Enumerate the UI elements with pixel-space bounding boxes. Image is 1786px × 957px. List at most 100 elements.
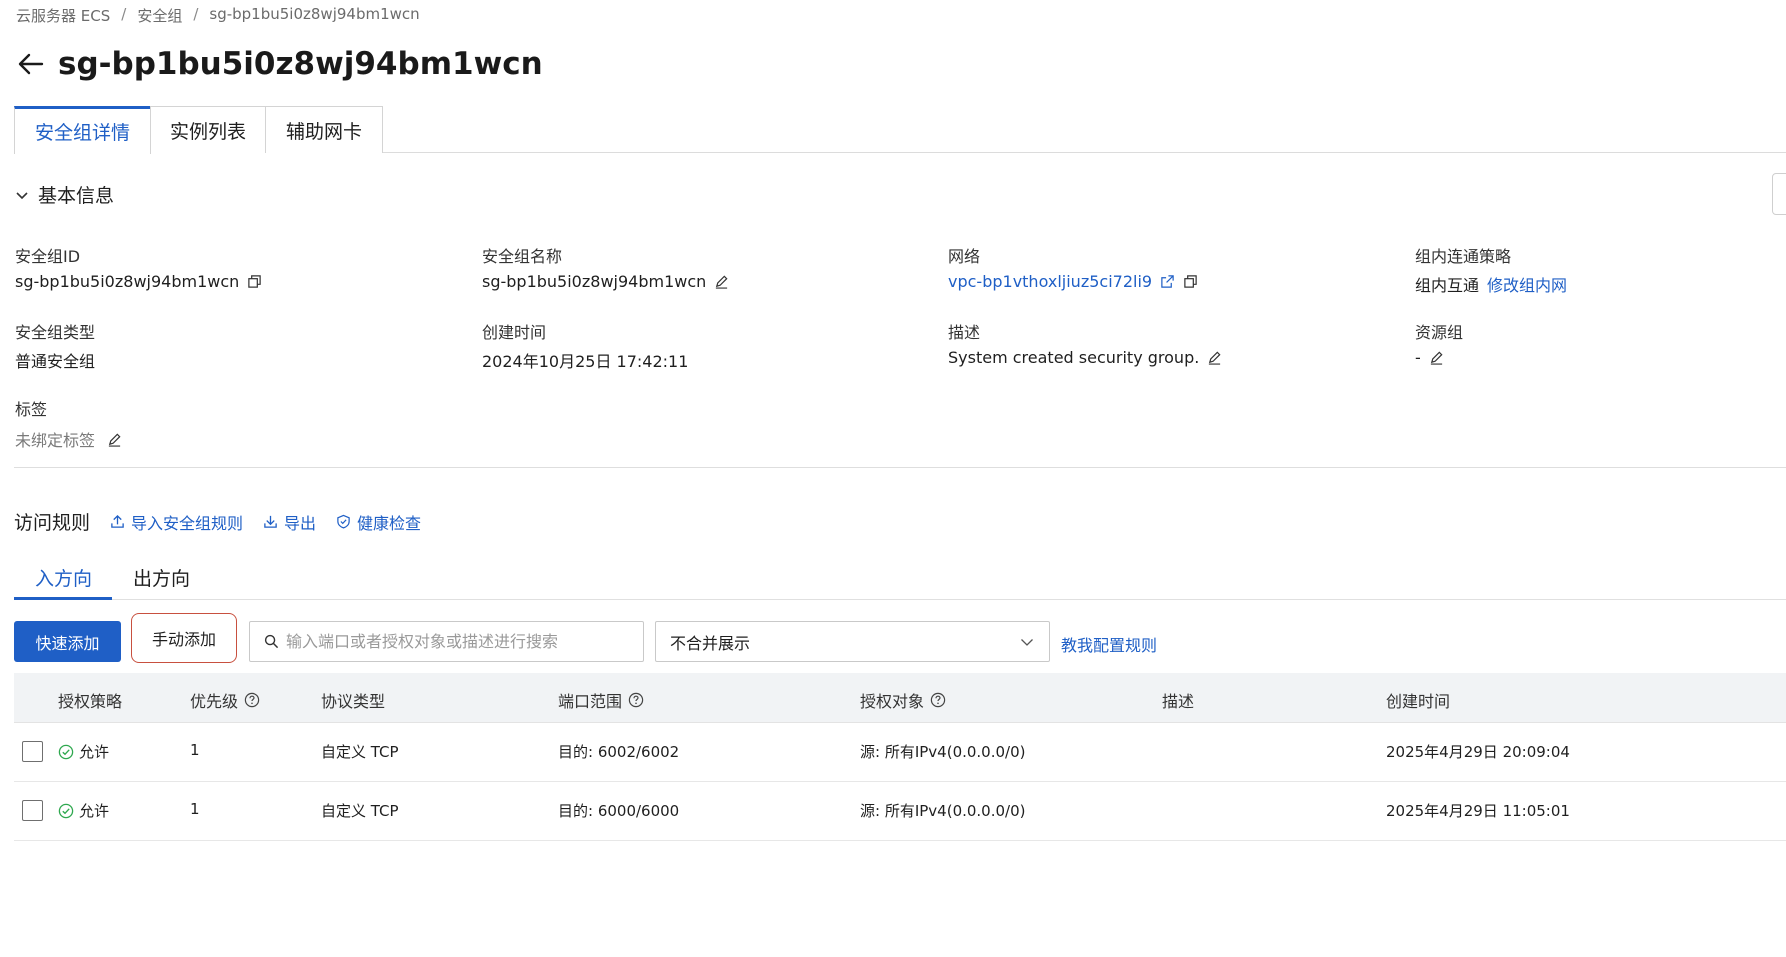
port-cell: 目的: 6002/6002 [558, 743, 680, 761]
edit-icon[interactable] [1429, 350, 1444, 365]
created-label: 创建时间 [482, 323, 547, 342]
edit-icon[interactable] [107, 432, 122, 447]
policy-cell: 允许 [58, 800, 109, 821]
sg-type-label: 安全组类型 [15, 323, 96, 342]
active-tab-indicator [14, 597, 112, 600]
policy-value: 组内互通 [1415, 276, 1480, 295]
basic-info-heading: 基本信息 [38, 185, 115, 207]
sg-type-value: 普通安全组 [15, 352, 96, 371]
table-row: 允许 1 自定义 TCP 目的: 6002/6002 源: 所有IPv4(0.0… [14, 723, 1786, 782]
merge-display-value: 不合并展示 [670, 633, 751, 653]
search-input[interactable] [286, 632, 626, 651]
tags-label: 标签 [15, 400, 48, 419]
breadcrumb: 云服务器 ECS / 安全组 / sg-bp1bu5i0z8wj94bm1wcn [16, 5, 420, 26]
breadcrumb-item-current: sg-bp1bu5i0z8wj94bm1wcn [209, 5, 420, 23]
column-header[interactable]: 描述 [1162, 688, 1194, 712]
column-header[interactable]: 端口范围 [558, 688, 644, 712]
breadcrumb-separator: / [121, 5, 127, 23]
page-title: sg-bp1bu5i0z8wj94bm1wcn [58, 46, 543, 82]
shield-check-icon [337, 514, 350, 529]
import-rules-button[interactable]: 导入安全组规则 [110, 510, 243, 534]
back-arrow-icon[interactable] [16, 49, 46, 79]
sg-name-label: 安全组名称 [482, 247, 563, 266]
chevron-down-icon [16, 191, 28, 199]
detail-tabs: 安全组详情 实例列表 辅助网卡 [14, 106, 1786, 154]
breadcrumb-item-ecs[interactable]: 云服务器 ECS [16, 5, 110, 26]
tab-security-group-detail[interactable]: 安全组详情 [14, 106, 151, 154]
breadcrumb-item-security-group[interactable]: 安全组 [137, 5, 182, 26]
check-circle-icon [58, 803, 74, 818]
health-check-button[interactable]: 健康检查 [336, 510, 421, 534]
tags-value: 未绑定标签 [15, 431, 96, 450]
chevron-down-icon [1021, 638, 1033, 646]
priority-cell: 1 [190, 800, 200, 818]
sg-name-value: sg-bp1bu5i0z8wj94bm1wcn [482, 272, 707, 291]
resource-group-value-group: - [1415, 348, 1444, 367]
modify-policy-link[interactable]: 修改组内网 [1487, 272, 1567, 296]
download-icon [264, 515, 277, 528]
resource-group-value: - [1415, 348, 1421, 367]
port-cell: 目的: 6000/6000 [558, 802, 680, 820]
column-header[interactable]: 优先级 [190, 688, 260, 712]
protocol-cell: 自定义 TCP [321, 802, 399, 820]
sg-name-value-group: sg-bp1bu5i0z8wj94bm1wcn [482, 272, 729, 291]
desc-value: System created security group. [948, 348, 1200, 367]
rules-bar: 访问规则 导入安全组规则 导出 健康检查 [14, 508, 441, 535]
row-checkbox[interactable] [22, 741, 43, 762]
help-icon[interactable] [628, 692, 644, 708]
column-header[interactable]: 协议类型 [321, 688, 385, 712]
network-value-group: vpc-bp1vthoxljiuz5ci72li9 [948, 272, 1198, 291]
tab-instance-list[interactable]: 实例列表 [150, 106, 266, 153]
protocol-cell: 自定义 TCP [321, 743, 399, 761]
column-header[interactable]: 创建时间 [1386, 688, 1450, 712]
table-header: 授权策略 优先级 协议类型 端口范围 授权对象 描述 创建时间 [14, 673, 1786, 723]
search-icon [264, 634, 279, 649]
direction-tabs: 入方向 出方向 [14, 556, 1786, 600]
breadcrumb-separator: / [193, 5, 199, 23]
help-icon[interactable] [244, 692, 260, 708]
created-value: 2024年10月25日 17:42:11 [482, 352, 689, 371]
tab-outbound[interactable]: 出方向 [133, 564, 190, 591]
external-link-icon[interactable] [1160, 274, 1175, 289]
tags-value-group: 未绑定标签 [15, 427, 122, 451]
copy-icon[interactable] [1183, 274, 1198, 289]
edge-panel-button[interactable] [1772, 173, 1786, 215]
policy-label: 组内连通策略 [1415, 247, 1512, 266]
sg-id-label: 安全组ID [15, 247, 81, 266]
manual-add-button[interactable]: 手动添加 [131, 613, 237, 663]
resource-group-label: 资源组 [1415, 323, 1464, 342]
target-cell: 源: 所有IPv4(0.0.0.0/0) [860, 743, 1026, 761]
title-row: sg-bp1bu5i0z8wj94bm1wcn [16, 42, 543, 86]
column-header[interactable]: 授权对象 [860, 688, 946, 712]
table-row: 允许 1 自定义 TCP 目的: 6000/6000 源: 所有IPv4(0.0… [14, 782, 1786, 841]
search-box [249, 621, 644, 662]
tab-secondary-eni[interactable]: 辅助网卡 [265, 106, 383, 153]
row-checkbox[interactable] [22, 800, 43, 821]
priority-cell: 1 [190, 741, 200, 759]
created-cell: 2025年4月29日 20:09:04 [1386, 743, 1570, 761]
export-label: 导出 [284, 513, 317, 533]
basic-info-toggle[interactable]: 基本信息 [14, 181, 114, 208]
check-circle-icon [58, 744, 74, 759]
created-cell: 2025年4月29日 11:05:01 [1386, 802, 1570, 820]
policy-value-group: 组内互通 修改组内网 [1415, 272, 1567, 296]
export-button[interactable]: 导出 [263, 510, 316, 534]
desc-label: 描述 [948, 323, 981, 342]
import-rules-label: 导入安全组规则 [131, 513, 244, 533]
section-divider [14, 467, 1786, 468]
tab-inbound[interactable]: 入方向 [35, 564, 92, 591]
desc-value-group: System created security group. [948, 348, 1222, 367]
column-header[interactable]: 授权策略 [58, 688, 122, 712]
policy-cell: 允许 [58, 741, 109, 762]
upload-icon [111, 514, 124, 528]
merge-display-select[interactable]: 不合并展示 [655, 621, 1050, 662]
network-label: 网络 [948, 247, 981, 266]
edit-icon[interactable] [714, 274, 729, 289]
configure-rules-help-link[interactable]: 教我配置规则 [1061, 632, 1157, 656]
quick-add-button[interactable]: 快速添加 [14, 621, 121, 662]
edit-icon[interactable] [1207, 350, 1222, 365]
copy-icon[interactable] [247, 274, 262, 289]
vpc-link[interactable]: vpc-bp1vthoxljiuz5ci72li9 [948, 272, 1152, 291]
help-icon[interactable] [930, 692, 946, 708]
rules-title: 访问规则 [14, 512, 91, 534]
